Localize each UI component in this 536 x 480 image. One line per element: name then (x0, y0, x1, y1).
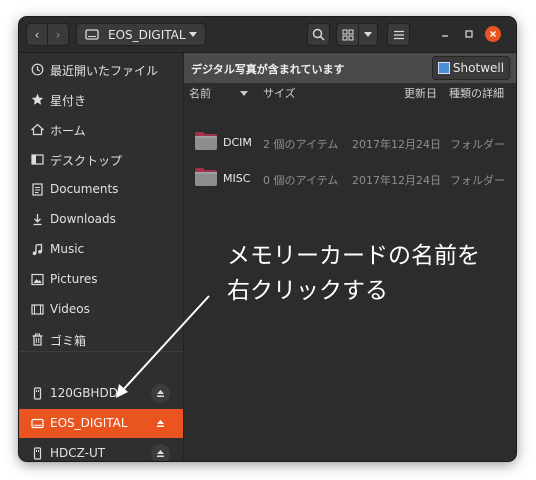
path-label: EOS_DIGITAL (108, 27, 186, 42)
view-options-button[interactable] (358, 23, 378, 46)
picture-icon (30, 272, 44, 286)
file-type: フォルダー (450, 174, 505, 187)
desktop-icon (30, 152, 44, 166)
chevron-down-icon (189, 32, 197, 37)
clock-icon (30, 62, 44, 76)
close-button[interactable] (485, 26, 501, 42)
sidebar-item-label: Pictures (50, 272, 98, 286)
file-name: DCIM (223, 136, 252, 149)
grid-view-icon (342, 29, 353, 40)
music-icon (30, 242, 44, 256)
sidebar-device-eos-digital[interactable]: EOS_DIGITAL (19, 409, 183, 438)
file-modified: 2017年12月24日 (352, 174, 441, 187)
sidebar-item-label: ゴミ箱 (50, 334, 87, 348)
menu-icon (393, 30, 404, 39)
sidebar-item-documents[interactable]: Documents (19, 175, 183, 204)
minimize-icon (442, 35, 448, 37)
download-icon (30, 212, 44, 226)
eject-button[interactable] (151, 444, 170, 461)
sidebar-device-label: HDCZ-UT (50, 446, 106, 460)
sidebar-device-label: 120GBHDD (50, 386, 118, 400)
sidebar-item-label: デスクトップ (50, 154, 123, 168)
open-shotwell-button[interactable]: Shotwell (432, 56, 510, 80)
sidebar-device-120gbhdd[interactable]: 120GBHDD (19, 379, 183, 408)
sidebar-item-label: Music (50, 242, 85, 256)
shotwell-button-label: Shotwell (452, 61, 505, 75)
usb-drive-icon (30, 446, 44, 460)
column-header-name[interactable]: 名前 (189, 85, 211, 103)
shotwell-icon (437, 62, 450, 74)
home-icon (30, 122, 44, 136)
sidebar-device-label: EOS_DIGITAL (50, 416, 128, 430)
search-icon (312, 28, 325, 41)
sidebar-item-label: Documents (50, 182, 119, 196)
star-icon (30, 92, 44, 106)
sidebar-item-desktop[interactable]: デスクトップ (19, 145, 183, 174)
sidebar-item-label: ホーム (50, 124, 86, 138)
main-menu-button[interactable] (387, 23, 410, 46)
table-row[interactable]: DCIM 2 個のアイテム 2017年12月24日 フォルダー (184, 125, 516, 161)
forward-button[interactable]: › (47, 23, 69, 46)
trash-icon (30, 332, 44, 346)
sort-descending-icon (240, 91, 248, 96)
file-modified: 2017年12月24日 (352, 138, 441, 151)
file-size: 2 個のアイテム (263, 138, 339, 151)
info-bar: デジタル写真が含まれています Shotwell (184, 53, 516, 83)
drive-icon (30, 416, 44, 430)
eject-button[interactable] (151, 414, 170, 433)
column-header-type[interactable]: 種類の詳細 (449, 85, 504, 103)
sidebar-item-label: 最近開いたファイル (50, 64, 159, 78)
table-row[interactable]: MISC 0 個のアイテム 2017年12月24日 フォルダー (184, 161, 516, 197)
sidebar: 最近開いたファイル 星付き ホーム デスクトップ Documents Downl… (19, 53, 184, 461)
folder-icon (195, 168, 217, 186)
sidebar-item-trash[interactable]: ゴミ箱 (19, 325, 183, 354)
go-back-icon: ‹ (34, 27, 40, 42)
sidebar-item-pictures[interactable]: Pictures (19, 265, 183, 294)
eject-icon (157, 420, 164, 427)
chevron-down-icon (364, 32, 372, 37)
info-bar-message: デジタル写真が含まれています (191, 63, 345, 76)
back-button[interactable]: ‹ (26, 23, 48, 46)
document-icon (30, 182, 44, 196)
maximize-icon (465, 30, 473, 38)
column-header-size[interactable]: サイズ (263, 85, 296, 103)
annotation-line-1: メモリーカードの名前を (227, 243, 480, 269)
path-bar-button[interactable]: EOS_DIGITAL (76, 23, 206, 46)
column-header-modified[interactable]: 更新日 (404, 85, 437, 103)
sidebar-item-label: Videos (50, 302, 90, 316)
sidebar-item-music[interactable]: Music (19, 235, 183, 264)
sidebar-item-label: 星付き (50, 94, 87, 108)
sidebar-item-recent[interactable]: 最近開いたファイル (19, 55, 183, 84)
drive-icon (85, 28, 99, 40)
eject-icon (157, 390, 164, 397)
usb-drive-icon (30, 386, 44, 400)
sidebar-item-home[interactable]: ホーム (19, 115, 183, 144)
eject-button[interactable] (151, 384, 170, 403)
file-name: MISC (223, 172, 251, 185)
minimize-button[interactable] (437, 26, 453, 42)
maximize-button[interactable] (461, 26, 477, 42)
headerbar: ‹ › EOS_DIGITAL (19, 17, 516, 53)
eject-icon (157, 450, 164, 457)
sidebar-separator (19, 351, 183, 352)
video-icon (30, 302, 44, 316)
sidebar-item-downloads[interactable]: Downloads (19, 205, 183, 234)
close-icon (490, 31, 496, 37)
sidebar-item-label: Downloads (50, 212, 116, 226)
sidebar-item-videos[interactable]: Videos (19, 295, 183, 324)
annotation-line-2: 右クリックする (227, 278, 388, 304)
view-toggle-button[interactable] (336, 23, 359, 46)
sidebar-item-starred[interactable]: 星付き (19, 85, 183, 114)
go-forward-icon: › (55, 27, 61, 42)
file-size: 0 個のアイテム (263, 174, 339, 187)
folder-icon (195, 132, 217, 150)
file-type: フォルダー (450, 138, 505, 151)
search-button[interactable] (307, 23, 330, 46)
sidebar-device-hdcz-ut[interactable]: HDCZ-UT (19, 439, 183, 461)
